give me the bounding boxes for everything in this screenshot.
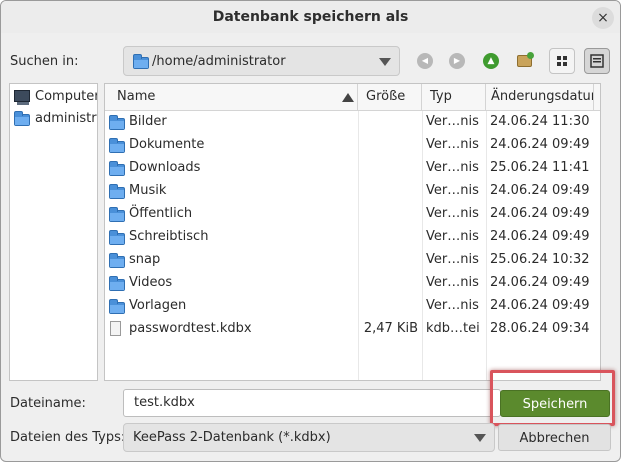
file-date: 24.06.24 09:49 [490, 275, 590, 290]
filetype-label: Dateien des Typs: [10, 430, 126, 445]
up-icon: ▲ [483, 53, 499, 69]
file-type: Ver…nis [426, 183, 479, 198]
location-combo[interactable]: /home/administrator [123, 46, 400, 76]
filename-label: Dateiname: [10, 396, 86, 411]
folder-icon [109, 207, 125, 222]
file-date: 25.06.24 10:32 [490, 252, 590, 267]
new-folder-badge-icon [527, 52, 534, 59]
table-row[interactable]: Musik Ver…nis 24.06.24 09:49 [105, 180, 600, 203]
file-type: kdb…tei [426, 321, 480, 336]
folder-icon [109, 276, 125, 291]
filename-input[interactable]: test.kdbx [123, 389, 501, 417]
file-type: Ver…nis [426, 114, 479, 129]
column-header-label: Name [117, 89, 156, 104]
back-icon: ◀ [417, 53, 433, 69]
up-button[interactable]: ▲ [478, 48, 504, 74]
column-header-label: Änderungsdatun [491, 89, 594, 104]
file-name: Downloads [129, 160, 201, 175]
sidebar-item-label: Computer [35, 89, 98, 104]
file-name: Dokumente [129, 137, 205, 152]
filetype-select[interactable]: KeePass 2-Datenbank (*.kdbx) [123, 423, 495, 452]
file-date: 24.06.24 09:49 [490, 183, 590, 198]
sidebar-item-administrator[interactable]: administra [10, 108, 98, 130]
file-date: 24.06.24 09:49 [490, 206, 590, 221]
folder-icon [109, 138, 125, 153]
file-type: Ver…nis [426, 137, 479, 152]
list-view-icon [590, 54, 604, 68]
file-name: Bilder [129, 114, 167, 129]
file-name: passwordtest.kdbx [129, 321, 252, 336]
table-row[interactable]: Vorlagen Ver…nis 24.06.24 09:49 [105, 295, 600, 318]
file-type: Ver…nis [426, 298, 479, 313]
location-path: /home/administrator [152, 54, 286, 69]
table-row[interactable]: Schreibtisch Ver…nis 24.06.24 09:49 [105, 226, 600, 249]
file-name: snap [129, 252, 161, 267]
folder-icon [109, 230, 125, 245]
file-type: Ver…nis [426, 252, 479, 267]
file-name: Vorlagen [129, 298, 187, 313]
folder-icon [133, 54, 149, 69]
file-type: Ver…nis [426, 160, 479, 175]
file-name: Öffentlich [129, 206, 193, 221]
folder-icon [14, 111, 30, 126]
forward-icon: ▶ [449, 53, 465, 69]
table-row[interactable]: passwordtest.kdbx 2,47 KiB kdb…tei 28.06… [105, 318, 600, 341]
table-row[interactable]: snap Ver…nis 25.06.24 10:32 [105, 249, 600, 272]
folder-icon [109, 184, 125, 199]
column-header-size[interactable]: Größe [358, 84, 422, 110]
places-sidebar: Computer administra [9, 83, 98, 381]
forward-button[interactable]: ▶ [444, 48, 470, 74]
folder-icon [109, 299, 125, 314]
save-button[interactable]: Speichern [500, 390, 610, 417]
list-view-button[interactable] [584, 48, 610, 74]
column-header-label: Größe [366, 89, 406, 104]
filetype-value: KeePass 2-Datenbank (*.kdbx) [133, 430, 331, 445]
folder-icon [109, 161, 125, 176]
title-bar: Datenbank speichern als × [1, 1, 620, 33]
table-row[interactable]: Videos Ver…nis 24.06.24 09:49 [105, 272, 600, 295]
back-button[interactable]: ◀ [412, 48, 438, 74]
folder-icon [109, 253, 125, 268]
sort-ascending-icon [342, 93, 354, 102]
file-list-header: Name Größe Typ Änderungsdatun [105, 84, 600, 111]
column-header-label: Typ [430, 89, 452, 104]
sidebar-item-label: administra [35, 111, 98, 126]
file-date: 28.06.24 09:34 [490, 321, 590, 336]
chevron-down-icon [474, 434, 486, 442]
file-date: 24.06.24 09:49 [490, 298, 590, 313]
file-date: 24.06.24 09:49 [490, 137, 590, 152]
file-list: Name Größe Typ Änderungsdatun Bilder Ver… [104, 83, 601, 381]
file-icon [110, 321, 121, 336]
column-header-name[interactable]: Name [105, 84, 358, 110]
chevron-down-icon [379, 58, 391, 66]
column-header-date[interactable]: Änderungsdatun [486, 84, 594, 110]
cancel-button[interactable]: Abbrechen [498, 424, 611, 451]
table-row[interactable]: Öffentlich Ver…nis 24.06.24 09:49 [105, 203, 600, 226]
new-folder-button[interactable] [512, 48, 538, 74]
grid-view-icon [557, 56, 567, 66]
save-dialog: Datenbank speichern als × Suchen in: /ho… [0, 0, 621, 462]
file-date: 24.06.24 09:49 [490, 229, 590, 244]
sidebar-item-computer[interactable]: Computer [10, 86, 98, 108]
column-header-type[interactable]: Typ [422, 84, 486, 110]
file-type: Ver…nis [426, 275, 479, 290]
filename-value: test.kdbx [134, 395, 195, 410]
close-icon[interactable]: × [592, 7, 614, 29]
file-name: Videos [129, 275, 173, 290]
table-row[interactable]: Downloads Ver…nis 25.06.24 11:41 [105, 157, 600, 180]
grid-view-button[interactable] [549, 48, 575, 74]
file-type: Ver…nis [426, 229, 479, 244]
file-type: Ver…nis [426, 206, 479, 221]
file-size: 2,47 KiB [363, 321, 418, 336]
location-label: Suchen in: [10, 54, 79, 69]
computer-icon [14, 90, 30, 105]
dialog-title: Datenbank speichern als [212, 9, 409, 25]
file-name: Musik [129, 183, 167, 198]
table-row[interactable]: Bilder Ver…nis 24.06.24 11:30 [105, 111, 600, 134]
table-row[interactable]: Dokumente Ver…nis 24.06.24 09:49 [105, 134, 600, 157]
file-date: 24.06.24 11:30 [490, 114, 590, 129]
folder-icon [109, 115, 125, 130]
file-date: 25.06.24 11:41 [490, 160, 590, 175]
file-name: Schreibtisch [129, 229, 209, 244]
